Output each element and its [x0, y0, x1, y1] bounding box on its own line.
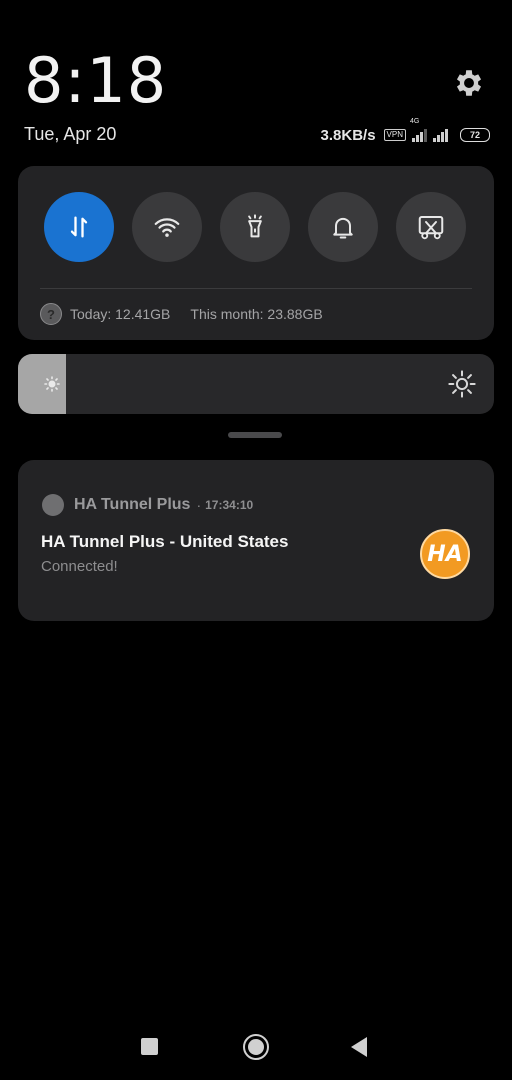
app-icon: [42, 494, 64, 516]
tile-sound[interactable]: [308, 192, 378, 262]
tile-flashlight[interactable]: [220, 192, 290, 262]
settings-gear-icon[interactable]: [452, 66, 486, 100]
signal-sim2-icon: [433, 128, 448, 142]
notification-time: 17:34:10: [205, 498, 254, 512]
flashlight-icon: [248, 214, 262, 238]
quick-settings-panel: ? Today: 12.41GB This month: 23.88GB: [18, 166, 494, 340]
ha-tunnel-logo-icon: HA: [420, 529, 470, 579]
home-circle-icon[interactable]: [243, 1034, 269, 1060]
question-mark-icon: ?: [40, 303, 62, 325]
tile-wifi[interactable]: [132, 192, 202, 262]
status-icons: 3.8KB/s VPN 4G 72: [320, 118, 490, 146]
wifi-icon: [154, 218, 180, 237]
clock-time: 8:18: [24, 44, 168, 117]
bell-icon: [333, 217, 353, 239]
brightness-low-icon: [44, 376, 60, 392]
network-speed: 3.8KB/s: [320, 126, 376, 144]
notification-title: HA Tunnel Plus - United States: [41, 532, 289, 551]
notification-app-name: HA Tunnel Plus: [74, 496, 191, 513]
usage-today: Today: 12.41GB: [70, 306, 171, 322]
notification-card[interactable]: HA Tunnel Plus · 17:34:10 HA Tunnel Plus…: [18, 460, 494, 621]
vpn-badge: VPN: [383, 129, 406, 141]
back-triangle-icon[interactable]: [351, 1037, 367, 1057]
signal-4g-icon: 4G: [410, 118, 427, 142]
brightness-slider[interactable]: [18, 354, 494, 414]
drag-handle[interactable]: [228, 432, 282, 438]
recents-square-icon[interactable]: [141, 1038, 158, 1055]
usage-month: This month: 23.88GB: [190, 306, 323, 322]
quick-settings-divider: [40, 288, 472, 289]
tile-screenshot[interactable]: [396, 192, 466, 262]
brightness-high-icon: [448, 370, 476, 398]
date-label: Tue, Apr 20: [24, 124, 117, 144]
network-type: 4G: [410, 118, 420, 125]
battery-icon: 72: [460, 128, 490, 142]
scissors-screenshot-icon: [418, 216, 444, 240]
notification-text: Connected!: [41, 558, 118, 575]
header-separator: ·: [196, 497, 202, 513]
data-usage-row[interactable]: ? Today: 12.41GB This month: 23.88GB: [40, 302, 323, 326]
quick-settings-tiles: [44, 192, 466, 262]
navigation-bar: [0, 1022, 512, 1070]
tile-mobile-data[interactable]: [44, 192, 114, 262]
notification-header: HA Tunnel Plus · 17:34:10: [42, 494, 253, 516]
data-arrows-icon: [70, 216, 88, 238]
